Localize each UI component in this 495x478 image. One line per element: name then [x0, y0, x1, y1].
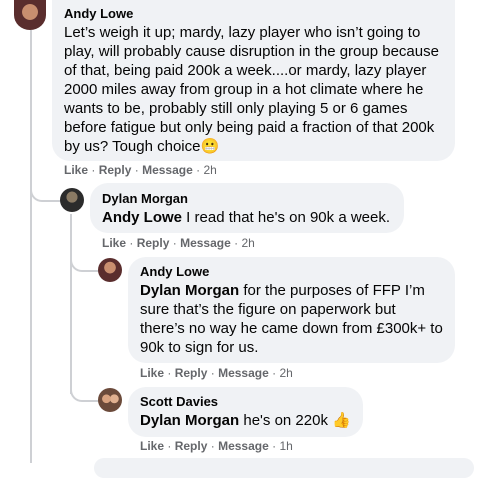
comment-author[interactable]: Andy Lowe	[140, 263, 443, 280]
timestamp[interactable]: 1h	[279, 439, 292, 453]
separator: ·	[91, 163, 96, 177]
reply-button[interactable]: Reply	[137, 236, 170, 250]
message-button[interactable]: Message	[142, 163, 193, 177]
timestamp[interactable]: 2h	[203, 163, 216, 177]
comment-bubble: Andy Lowe Dylan Morgan for the purposes …	[128, 257, 455, 363]
avatar[interactable]	[98, 258, 122, 282]
avatar[interactable]	[14, 0, 46, 30]
thread-line-branch	[70, 382, 100, 402]
like-button[interactable]: Like	[64, 163, 88, 177]
timestamp[interactable]: 2h	[241, 236, 254, 250]
reply-input-box[interactable]	[94, 458, 474, 478]
like-button[interactable]: Like	[140, 439, 164, 453]
timestamp[interactable]: 2h	[279, 366, 292, 380]
separator: ·	[234, 236, 239, 250]
comment-text: Dylan Morgan for the purposes of FFP I’m…	[140, 281, 443, 357]
comment-body: Let’s weigh it up; mardy, lazy player wh…	[64, 24, 439, 155]
separator: ·	[134, 163, 139, 177]
comment-bubble: Dylan Morgan Andy Lowe I read that he's …	[90, 183, 404, 233]
mention-link[interactable]: Dylan Morgan	[140, 412, 239, 429]
comment-text: Let’s weigh it up; mardy, lazy player wh…	[64, 23, 443, 156]
reply-button[interactable]: Reply	[99, 163, 132, 177]
separator: ·	[210, 439, 215, 453]
separator: ·	[272, 366, 277, 380]
message-button[interactable]: Message	[218, 439, 269, 453]
message-button[interactable]: Message	[218, 366, 269, 380]
avatar[interactable]	[60, 188, 84, 212]
avatar[interactable]	[98, 388, 122, 412]
comment-bubble: Scott Davies Dylan Morgan he's on 220k 👍	[128, 387, 363, 437]
comment-actions: Like · Reply · Message · 2h	[102, 235, 255, 251]
comment-text: Dylan Morgan he's on 220k 👍	[140, 411, 351, 430]
like-button[interactable]: Like	[102, 236, 126, 250]
separator: ·	[272, 439, 277, 453]
comment-body: I read that he's on 90k a week.	[182, 209, 391, 226]
separator: ·	[129, 236, 134, 250]
grimace-emoji-icon: 😬	[200, 138, 220, 155]
comment-author[interactable]: Dylan Morgan	[102, 190, 392, 207]
comment-actions: Like · Reply · Message · 2h	[140, 365, 293, 381]
comment-actions: Like · Reply · Message · 2h	[64, 162, 217, 178]
separator: ·	[167, 366, 172, 380]
message-button[interactable]: Message	[180, 236, 231, 250]
thread-line-nested	[70, 214, 72, 394]
comment-actions: Like · Reply · Message · 1h	[140, 438, 293, 454]
separator: ·	[196, 163, 201, 177]
mention-link[interactable]: Andy Lowe	[102, 209, 182, 226]
separator: ·	[167, 439, 172, 453]
comment-body: he's on 220k	[239, 412, 333, 429]
comment-author[interactable]: Andy Lowe	[64, 5, 443, 22]
reply-button[interactable]: Reply	[175, 439, 208, 453]
separator: ·	[210, 366, 215, 380]
comment-bubble: Andy Lowe Let’s weigh it up; mardy, lazy…	[52, 0, 455, 161]
mention-link[interactable]: Dylan Morgan	[140, 282, 239, 299]
thread-line-main	[30, 30, 32, 463]
like-button[interactable]: Like	[140, 366, 164, 380]
comment-author[interactable]: Scott Davies	[140, 393, 351, 410]
separator: ·	[172, 236, 177, 250]
comment-text: Andy Lowe I read that he's on 90k a week…	[102, 208, 392, 227]
reply-button[interactable]: Reply	[175, 366, 208, 380]
thumbs-up-icon: 👍	[332, 412, 351, 429]
thread-line-branch	[70, 252, 100, 272]
